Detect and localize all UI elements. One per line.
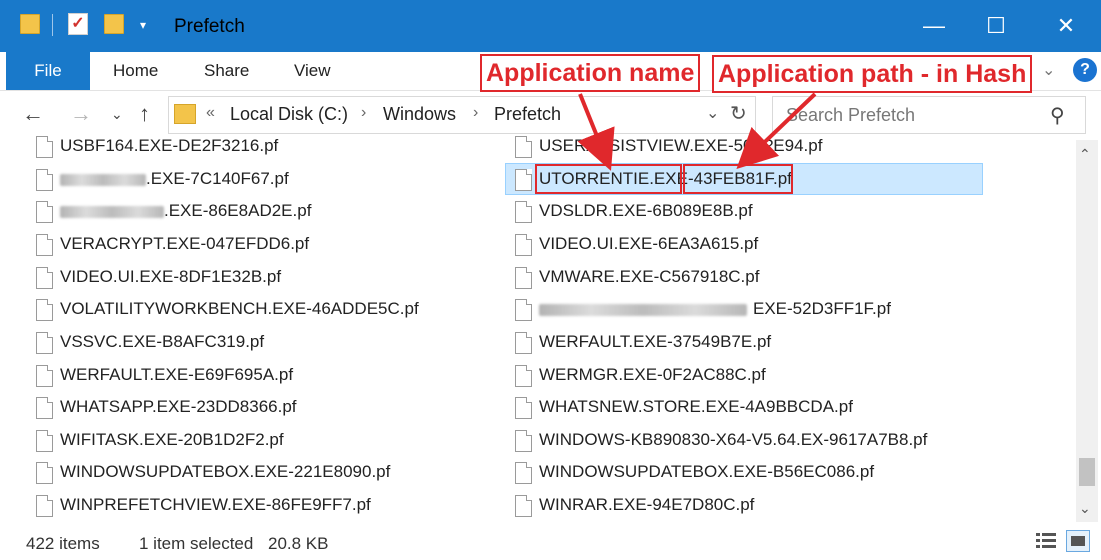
arrow-to-app-name bbox=[577, 93, 615, 171]
arrow-to-hash bbox=[736, 92, 817, 170]
annotation-arrows bbox=[577, 92, 817, 171]
